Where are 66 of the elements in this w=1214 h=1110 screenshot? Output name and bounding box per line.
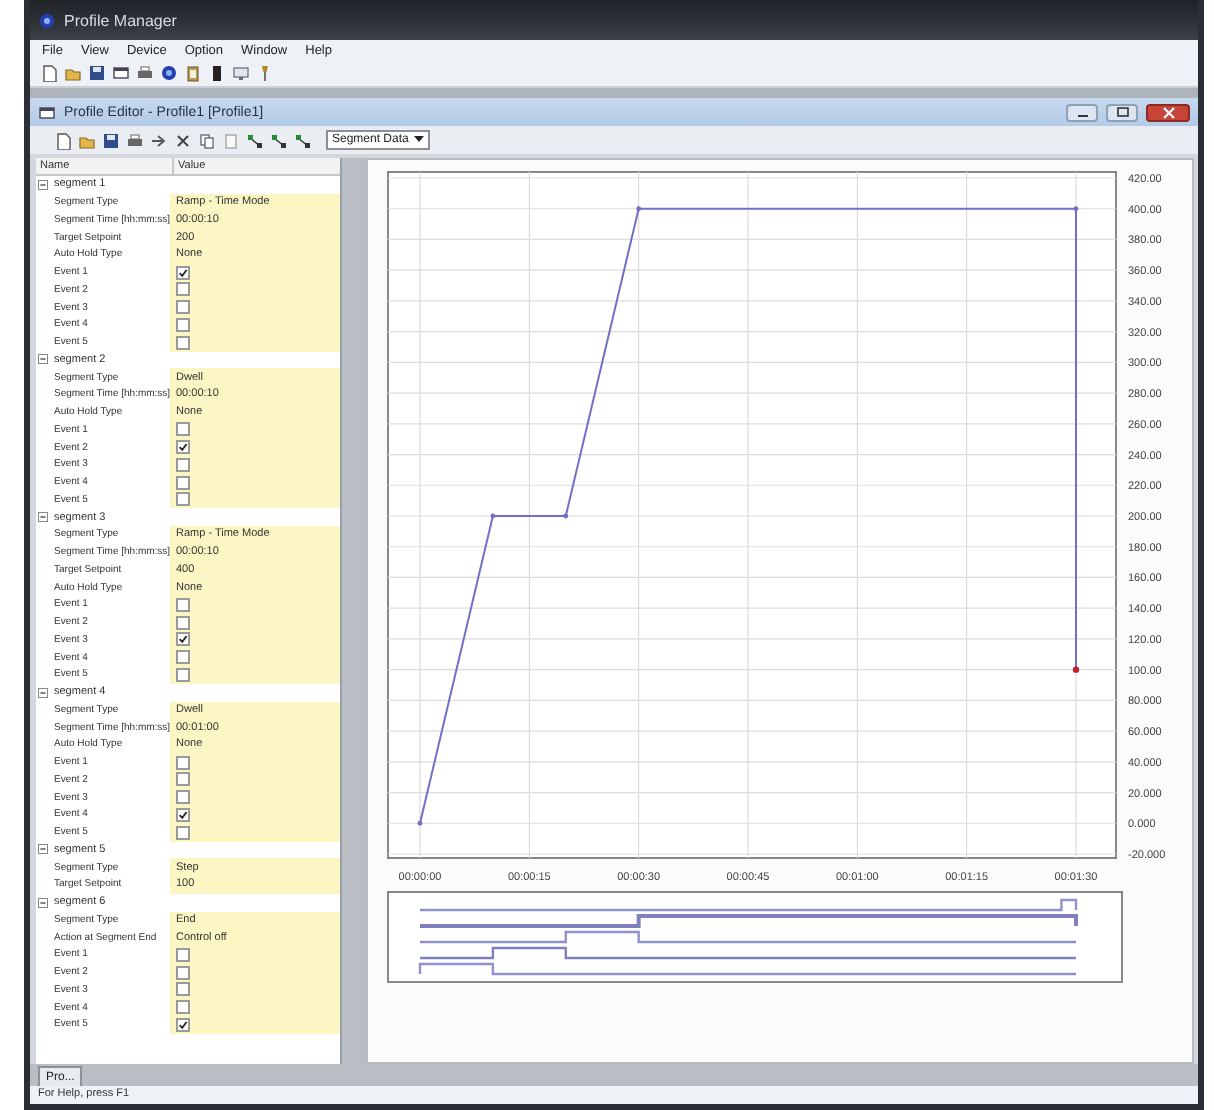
checkbox[interactable] — [176, 650, 190, 665]
branch-arrow-icon[interactable] — [150, 131, 168, 149]
monitor-icon[interactable] — [232, 64, 250, 82]
checkbox[interactable] — [176, 790, 190, 805]
data-point[interactable] — [417, 820, 423, 826]
minimize-button[interactable] — [1066, 103, 1098, 121]
window-icon[interactable] — [112, 64, 130, 82]
checkbox[interactable] — [176, 965, 190, 980]
checkbox[interactable] — [176, 492, 190, 507]
checkbox[interactable] — [176, 265, 190, 280]
data-point[interactable] — [563, 513, 569, 519]
collapse-icon[interactable] — [38, 512, 48, 523]
collapse-icon[interactable] — [38, 844, 48, 855]
printer-icon[interactable] — [136, 64, 154, 82]
pin-icon[interactable] — [256, 64, 274, 82]
open-folder-icon[interactable] — [78, 131, 96, 149]
checkbox[interactable] — [176, 1000, 190, 1015]
checkbox[interactable] — [176, 825, 190, 840]
collapse-icon[interactable] — [38, 897, 48, 908]
maximize-icon — [1113, 104, 1131, 120]
save-icon[interactable] — [88, 64, 106, 82]
window-title: Profile Manager — [64, 11, 177, 29]
checkbox[interactable] — [176, 597, 190, 612]
device-icon[interactable] — [208, 64, 226, 82]
copy-icon[interactable] — [198, 131, 216, 149]
checkbox[interactable] — [176, 422, 190, 437]
nodes-icon[interactable] — [294, 131, 312, 149]
nodes-icon[interactable] — [246, 131, 264, 149]
checkbox[interactable] — [176, 982, 190, 997]
cross-icon[interactable] — [174, 131, 192, 149]
document-icon — [38, 103, 56, 121]
data-point[interactable] — [1073, 206, 1079, 212]
checkbox[interactable] — [176, 317, 190, 332]
checkbox[interactable] — [176, 440, 190, 455]
checkbox[interactable] — [176, 615, 190, 630]
collapse-icon[interactable] — [38, 354, 48, 365]
printer-icon[interactable] — [126, 131, 144, 149]
checkbox[interactable] — [176, 457, 190, 472]
open-folder-icon[interactable] — [64, 64, 82, 82]
checkbox[interactable] — [176, 667, 190, 682]
nodes-icon[interactable] — [270, 131, 288, 149]
collapse-icon[interactable] — [38, 179, 48, 190]
collapse-icon[interactable] — [38, 687, 48, 698]
close-icon — [1159, 104, 1177, 120]
new-file-icon[interactable] — [54, 131, 72, 149]
checkbox[interactable] — [176, 335, 190, 350]
checkbox[interactable] — [176, 282, 190, 297]
checkbox[interactable] — [176, 632, 190, 647]
globe-icon[interactable] — [160, 64, 178, 82]
checkbox[interactable] — [176, 807, 190, 822]
data-point[interactable] — [636, 206, 642, 212]
checkbox[interactable] — [176, 755, 190, 770]
save-icon[interactable] — [102, 131, 120, 149]
checkbox[interactable] — [176, 947, 190, 962]
caret-icon — [414, 136, 424, 144]
app-icon — [38, 11, 56, 29]
new-file-icon[interactable] — [40, 64, 58, 82]
checkbox[interactable] — [176, 475, 190, 490]
data-point[interactable] — [1072, 666, 1080, 673]
close-button[interactable] — [1146, 103, 1190, 121]
clipboard-icon[interactable] — [184, 64, 202, 82]
checkbox[interactable] — [176, 1017, 190, 1032]
data-point[interactable] — [490, 513, 496, 519]
checkbox[interactable] — [176, 300, 190, 315]
maximize-button[interactable] — [1106, 103, 1138, 121]
checkbox[interactable] — [176, 772, 190, 787]
